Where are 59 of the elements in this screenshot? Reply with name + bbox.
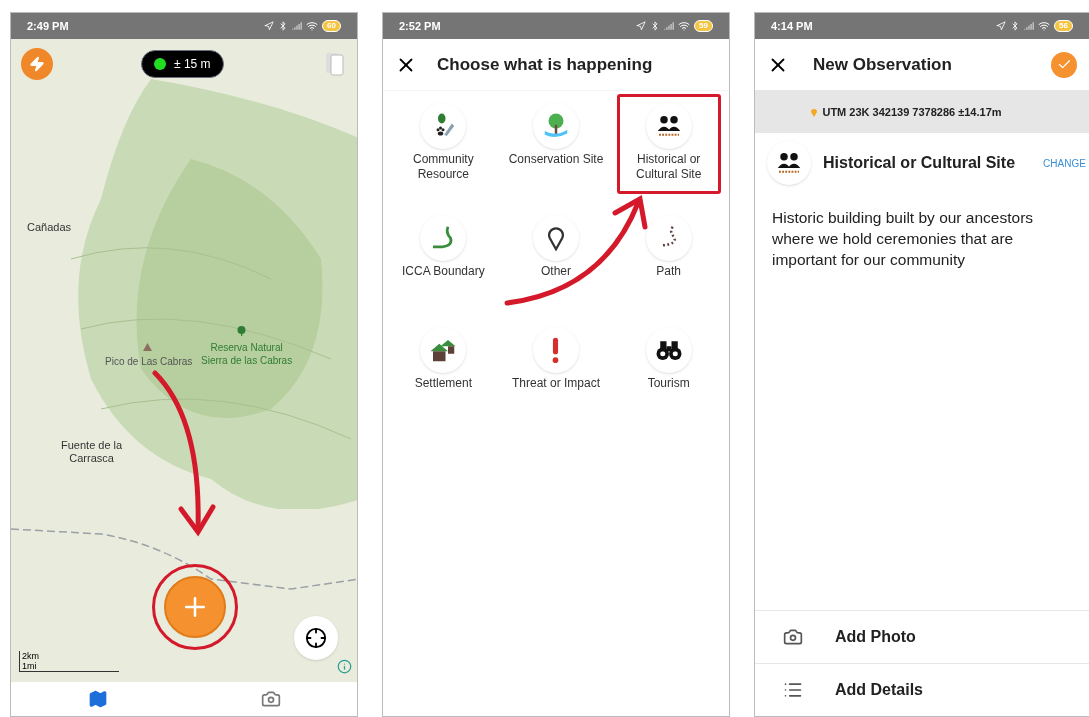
status-time: 2:52 PM <box>399 18 441 34</box>
save-button[interactable] <box>1051 51 1077 78</box>
flash-button[interactable] <box>21 48 53 80</box>
status-time: 2:49 PM <box>27 18 69 34</box>
map-label: Fuente de la Carrasca <box>61 439 123 465</box>
map-label: Pico de Las Cabras <box>105 355 193 368</box>
category-option[interactable]: Historical or Cultural Site <box>616 94 721 194</box>
locate-button[interactable] <box>294 616 338 660</box>
map-label: Cañadas <box>27 221 72 234</box>
status-time: 4:14 PM <box>771 18 813 34</box>
category-option[interactable]: Path <box>616 206 721 306</box>
screen-title: New Observation <box>813 53 953 76</box>
wifi-icon <box>678 20 691 32</box>
category-option[interactable]: Tourism <box>616 318 721 418</box>
scale-label: 1mi <box>21 661 38 671</box>
wifi-icon <box>1038 20 1051 32</box>
category-option[interactable]: Threat or Impact <box>504 318 608 418</box>
location-icon <box>636 21 647 31</box>
battery-indicator: 60 <box>322 20 341 32</box>
change-link[interactable]: CHANGE <box>1043 155 1086 171</box>
layers-icon[interactable] <box>325 51 345 77</box>
action-row[interactable]: Add Details <box>755 663 1089 716</box>
category-option[interactable]: Settlement <box>391 318 496 418</box>
gps-accuracy: ± 15 m <box>174 56 211 73</box>
location-icon <box>996 21 1007 31</box>
scale-label: 2km <box>21 651 40 661</box>
list-icon <box>783 680 803 700</box>
info-icon[interactable] <box>337 659 352 674</box>
location-coordinates: UTM 23K 342139 7378286 ±14.17m <box>822 104 1002 120</box>
category-option[interactable]: ICCA Boundary <box>391 206 496 306</box>
category-option[interactable]: Community Resource <box>391 94 496 194</box>
category-name: Historical or Cultural Site <box>823 153 1016 173</box>
lightning-icon <box>29 56 45 72</box>
signal-icon <box>292 21 303 31</box>
crosshair-icon <box>305 627 327 649</box>
camera-icon <box>783 627 803 647</box>
signal-icon <box>664 21 675 31</box>
notes-text: Historic building built by our ancestors where we hold ceremonies that are important for our community <box>771 208 1035 270</box>
signal-icon <box>1024 21 1035 31</box>
peak-icon <box>143 343 152 351</box>
map-label: Reserva Natural Sierra de las Cabras <box>201 341 293 367</box>
add-button[interactable] <box>164 576 226 638</box>
category-option[interactable]: Conservation Site <box>504 94 608 194</box>
battery-indicator: 56 <box>1054 20 1073 32</box>
exclamation-icon <box>551 336 561 364</box>
camera-icon <box>260 689 281 709</box>
screen-title: Choose what is happening <box>437 53 653 76</box>
bluetooth-icon <box>278 21 289 31</box>
bluetooth-icon <box>650 21 661 31</box>
battery-indicator: 59 <box>694 20 713 32</box>
pin-icon <box>810 107 819 117</box>
category-option[interactable]: Other <box>504 206 608 306</box>
action-row[interactable]: Add Photo <box>755 610 1089 663</box>
tree-icon <box>237 326 246 336</box>
map-icon <box>87 689 108 709</box>
wifi-icon <box>306 20 319 32</box>
location-icon <box>264 21 275 31</box>
bluetooth-icon <box>1010 21 1021 31</box>
map-view[interactable]: ± 15 m Cañadas Pico de Las Cabras Reserva Natural Sierra de las Cabras Fuente de la Carrasca 2km 1mi <box>11 39 357 682</box>
